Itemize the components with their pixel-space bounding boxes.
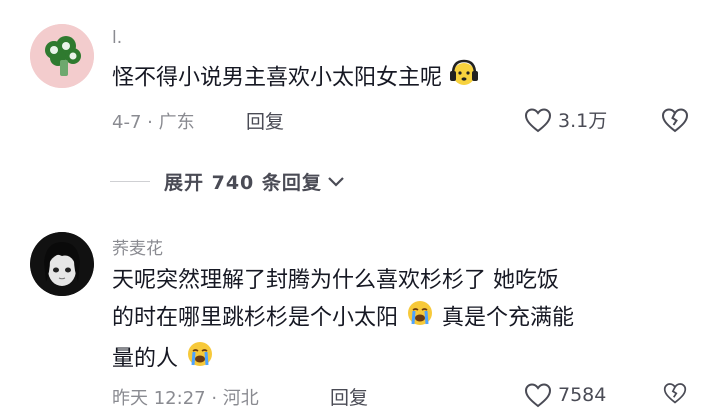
username[interactable]: 荞麦花 [112,234,163,259]
comment-text: 怪不得小说男主喜欢小太阳女主呢 [112,58,479,99]
chevron-down-icon [328,176,344,187]
divider-line [110,181,150,182]
crying-face-emoji [185,339,215,380]
reply-button[interactable]: 回复 [246,107,284,134]
avatar[interactable] [30,24,94,88]
broken-heart-icon [663,383,687,404]
like-count: 7584 [558,384,607,406]
expand-replies-label: 展开 740 条回复 [164,172,322,194]
username[interactable]: l. [112,28,122,48]
like-button[interactable]: 7584 [524,382,606,408]
heart-outline-icon [524,383,552,408]
broccoli-avatar-image [30,24,94,88]
headphones-face-emoji [449,58,479,99]
heart-outline-icon [524,107,552,132]
expand-replies[interactable]: 展开 740 条回复 [110,168,346,195]
like-button[interactable]: 3.1万 [524,106,607,133]
avatar[interactable] [30,232,94,296]
anime-girl-avatar-image [30,232,94,296]
crying-face-emoji [405,298,435,339]
dislike-button[interactable] [660,106,690,138]
comment-text: 天呢突然理解了封腾为什么喜欢杉杉了 她吃饭 的时在哪里跳杉杉是个小太阳 真是个充… [112,264,702,380]
comment-meta: 4-7 · 广东 [112,112,195,133]
comment-meta: 昨天 12:27 · 河北 [112,388,259,409]
broken-heart-icon [661,108,689,133]
like-count: 3.1万 [558,110,608,132]
reply-button[interactable]: 回复 [330,383,368,410]
